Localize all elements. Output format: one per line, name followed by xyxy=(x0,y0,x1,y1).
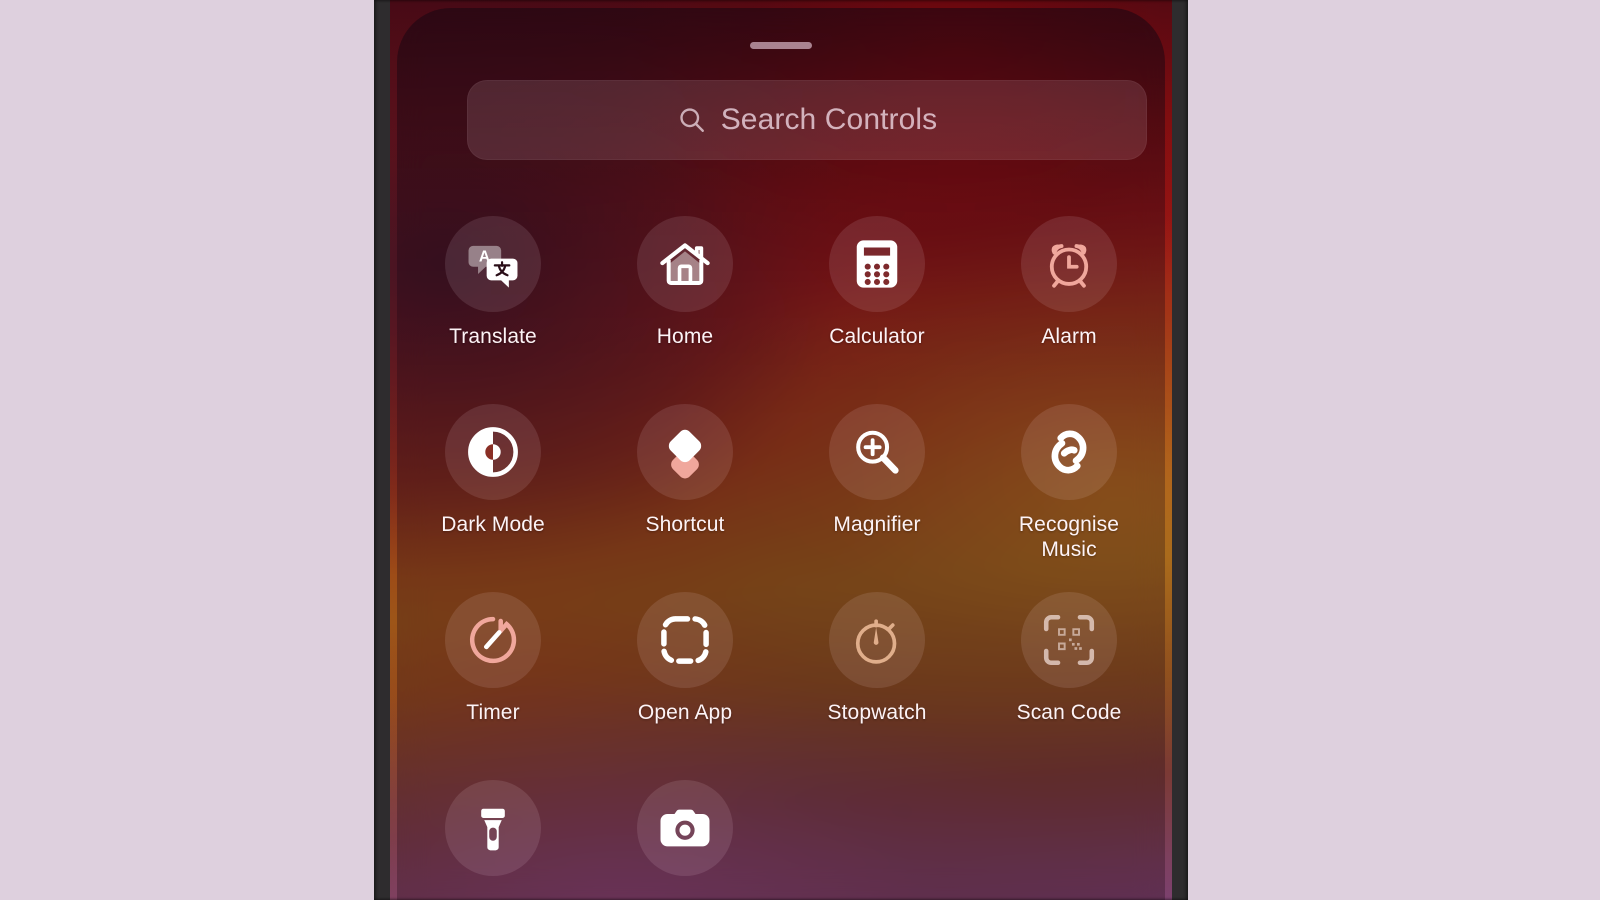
control-disc xyxy=(1021,216,1117,312)
control-item-scan-code[interactable]: Scan Code xyxy=(973,582,1165,770)
control-label: Open App xyxy=(637,701,733,724)
search-icon xyxy=(679,108,704,132)
sheet-grabber-handle[interactable] xyxy=(750,42,812,49)
control-disc xyxy=(445,592,541,688)
control-label: Scan Code xyxy=(1016,701,1122,724)
control-center-sheet: Search Controls A Translate Home Calcula… xyxy=(397,8,1165,900)
control-disc xyxy=(637,404,733,500)
control-disc xyxy=(829,216,925,312)
control-item-alarm[interactable]: Alarm xyxy=(973,206,1165,394)
control-label: Timer xyxy=(466,701,520,724)
flashlight-icon xyxy=(481,808,505,851)
search-placeholder-text: Search Controls xyxy=(720,103,938,136)
control-label: Recognise Music xyxy=(1018,513,1120,561)
control-disc: A xyxy=(445,216,541,312)
control-item-calculator[interactable]: Calculator xyxy=(781,206,973,394)
control-item-stopwatch[interactable]: Stopwatch xyxy=(781,582,973,770)
phone-device-frame: Search Controls A Translate Home Calcula… xyxy=(374,0,1188,900)
control-label: Shortcut xyxy=(645,513,725,536)
control-disc xyxy=(829,592,925,688)
phone-screen: Search Controls A Translate Home Calcula… xyxy=(390,0,1172,900)
control-label: Dark Mode xyxy=(441,513,545,536)
controls-grid: A Translate Home Calculator Alarm Dark M… xyxy=(397,206,1165,900)
shortcut-layers-icon xyxy=(668,429,702,479)
control-disc xyxy=(637,780,733,876)
control-label: Magnifier xyxy=(833,513,921,536)
control-item-dark-mode[interactable]: Dark Mode xyxy=(397,394,589,582)
control-label: Translate xyxy=(449,325,537,348)
control-disc xyxy=(1021,404,1117,500)
control-item-recognise-music[interactable]: Recognise Music xyxy=(973,394,1165,582)
dark-mode-icon xyxy=(468,427,518,477)
control-label: Alarm xyxy=(1041,325,1097,348)
camera-icon xyxy=(660,809,710,847)
translate-icon: A xyxy=(468,245,518,288)
control-label: Home xyxy=(656,325,714,348)
calculator-icon xyxy=(856,240,898,288)
control-disc xyxy=(637,592,733,688)
timer-icon xyxy=(469,616,517,664)
control-item-timer[interactable]: Timer xyxy=(397,582,589,770)
shazam-icon xyxy=(1051,430,1087,474)
control-disc xyxy=(1021,592,1117,688)
control-item-open-app[interactable]: Open App xyxy=(589,582,781,770)
control-item-home[interactable]: Home xyxy=(589,206,781,394)
screenshot-root: Search Controls A Translate Home Calcula… xyxy=(0,0,1600,900)
control-disc xyxy=(637,216,733,312)
control-item-translate[interactable]: A Translate xyxy=(397,206,589,394)
home-icon xyxy=(660,243,710,286)
alarm-clock-icon xyxy=(1049,244,1089,288)
control-disc xyxy=(445,780,541,876)
control-label: Calculator xyxy=(829,325,925,348)
control-disc xyxy=(445,404,541,500)
magnifier-plus-icon xyxy=(856,430,899,474)
stopwatch-icon xyxy=(855,619,897,664)
control-disc xyxy=(829,404,925,500)
control-item-flashlight[interactable] xyxy=(397,770,589,900)
search-input[interactable]: Search Controls xyxy=(467,80,1147,160)
scan-qr-code-icon xyxy=(1043,614,1095,666)
control-label: Stopwatch xyxy=(827,701,927,724)
open-app-dashed-icon xyxy=(661,616,709,664)
control-item-magnifier[interactable]: Magnifier xyxy=(781,394,973,582)
control-item-shortcut[interactable]: Shortcut xyxy=(589,394,781,582)
control-item-camera[interactable] xyxy=(589,770,781,900)
